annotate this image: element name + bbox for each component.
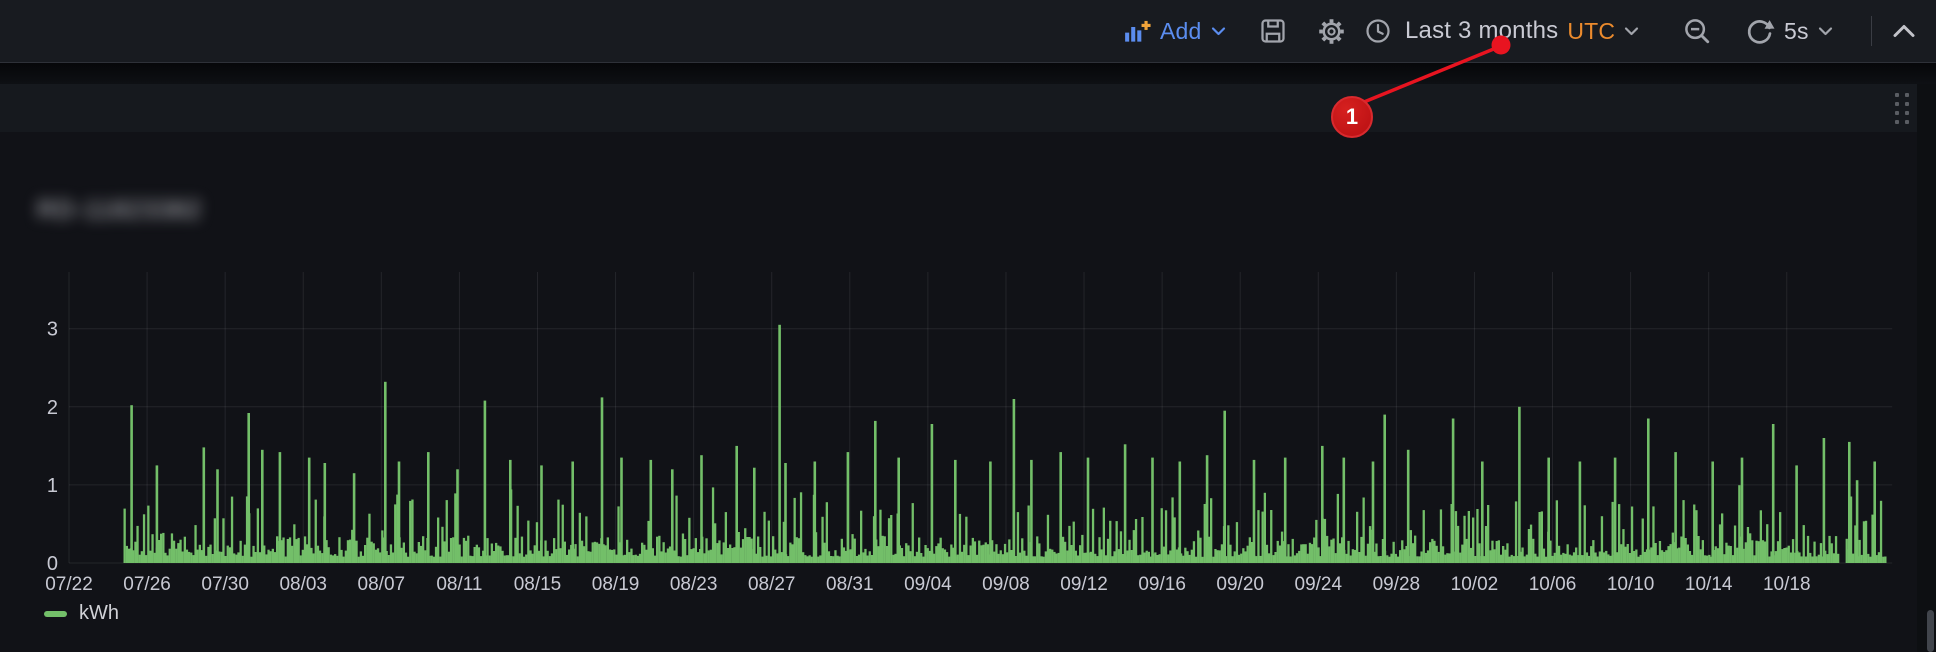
svg-text:2: 2 (47, 397, 58, 419)
svg-text:3: 3 (47, 319, 58, 341)
legend-series-marker (44, 611, 67, 617)
svg-text:09/24: 09/24 (1295, 574, 1343, 595)
chart-legend[interactable]: kWh (44, 602, 119, 625)
svg-text:08/11: 08/11 (436, 574, 482, 595)
gear-icon (1316, 16, 1347, 47)
svg-text:09/20: 09/20 (1216, 574, 1264, 595)
time-range-label: Last 3 months (1405, 17, 1558, 45)
svg-text:10/10: 10/10 (1607, 574, 1655, 595)
svg-text:08/27: 08/27 (748, 574, 796, 595)
svg-text:08/15: 08/15 (514, 574, 562, 595)
collapse-toolbar-button[interactable] (1892, 0, 1916, 62)
svg-text:0: 0 (47, 553, 58, 575)
svg-text:10/18: 10/18 (1763, 574, 1811, 595)
svg-text:08/23: 08/23 (670, 574, 718, 595)
refresh-icon (1744, 16, 1775, 47)
grafana-dashboard: Add (0, 0, 1936, 652)
save-dashboard-button[interactable] (1258, 0, 1288, 62)
chevron-down-icon (1818, 26, 1833, 36)
svg-text:08/19: 08/19 (592, 574, 640, 595)
toolbar-divider (1871, 16, 1872, 46)
panel-title-blurred: RD-11823382 (37, 196, 202, 225)
time-range-picker[interactable]: Last 3 months UTC (1364, 0, 1639, 62)
legend-series-label: kWh (79, 602, 119, 625)
chevron-up-icon (1892, 23, 1916, 39)
svg-text:10/06: 10/06 (1529, 574, 1577, 595)
chevron-down-icon (1211, 26, 1226, 36)
zoom-out-icon (1682, 16, 1712, 46)
svg-text:08/31: 08/31 (826, 574, 874, 595)
clock-icon (1364, 17, 1392, 45)
chevron-down-icon (1624, 26, 1639, 36)
timezone-label: UTC (1567, 18, 1615, 45)
svg-text:07/30: 07/30 (201, 574, 249, 595)
dashboard-toolbar: Add (0, 0, 1936, 63)
add-panel-icon (1124, 19, 1151, 44)
svg-text:09/16: 09/16 (1138, 574, 1186, 595)
vertical-scrollbar-thumb[interactable] (1927, 610, 1934, 652)
svg-text:08/07: 08/07 (358, 574, 406, 595)
zoom-out-time-button[interactable] (1682, 0, 1712, 62)
save-icon (1258, 16, 1288, 46)
refresh-picker[interactable]: 5s (1744, 0, 1833, 62)
svg-text:07/22: 07/22 (45, 574, 93, 595)
kwh-timeseries-chart[interactable]: 0 1 2 3 07/22 07/26 07/30 08/03 08/07 08/11 08/15 0… (0, 0, 1936, 652)
dashboard-settings-button[interactable] (1316, 0, 1347, 62)
svg-text:09/04: 09/04 (904, 574, 952, 595)
svg-text:09/12: 09/12 (1060, 574, 1108, 595)
svg-text:09/28: 09/28 (1373, 574, 1421, 595)
svg-text:10/02: 10/02 (1451, 574, 1499, 595)
annotation-badge-1: 1 (1331, 96, 1373, 138)
add-button-label: Add (1160, 18, 1202, 45)
svg-text:08/03: 08/03 (279, 574, 327, 595)
svg-text:09/08: 09/08 (982, 574, 1030, 595)
refresh-interval-label: 5s (1784, 18, 1809, 45)
add-panel-button[interactable]: Add (1124, 0, 1226, 62)
svg-text:1: 1 (47, 475, 58, 497)
svg-text:07/26: 07/26 (123, 574, 171, 595)
svg-text:10/14: 10/14 (1685, 574, 1733, 595)
